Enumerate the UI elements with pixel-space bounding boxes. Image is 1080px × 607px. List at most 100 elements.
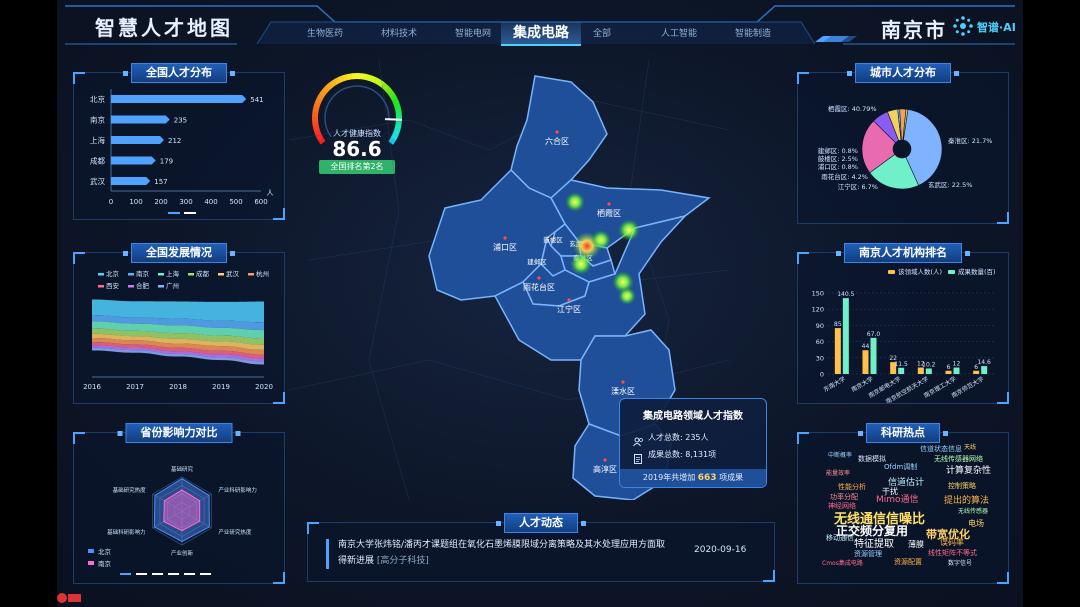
bar-value-label: 235 bbox=[174, 117, 187, 125]
hotword[interactable]: 控制策略 bbox=[948, 483, 976, 490]
legend-label: 杭州 bbox=[256, 269, 269, 278]
x-tick-label: 2018 bbox=[169, 383, 187, 391]
hotword[interactable]: 数据模拟 bbox=[858, 456, 886, 463]
national-bar-chart: 北京 541 南京 235 上海 212 成都 179 武汉 157 0 100 200 300 400 50… bbox=[90, 89, 274, 214]
legend-label: 该领域人数(人) bbox=[898, 267, 942, 276]
tab-1[interactable]: 材料技术 bbox=[369, 25, 429, 43]
legend-swatch bbox=[158, 285, 164, 288]
bar-value-label: 541 bbox=[250, 96, 263, 104]
pager-dot[interactable] bbox=[168, 573, 179, 575]
watermark-logo bbox=[57, 590, 83, 604]
hotword[interactable]: 能量效率 bbox=[826, 471, 850, 477]
legend-swatch bbox=[948, 270, 955, 274]
hotword[interactable]: 天线 bbox=[964, 445, 976, 451]
people-icon bbox=[633, 432, 643, 447]
hotword[interactable]: Cmos集成电路 bbox=[822, 561, 863, 567]
pie-label: 江宁区: 6.7% bbox=[838, 182, 878, 191]
pager-dot[interactable] bbox=[184, 212, 196, 214]
brand-logo-icon bbox=[953, 16, 973, 36]
hotword[interactable]: 电场 bbox=[968, 520, 984, 528]
legend-swatch bbox=[158, 273, 164, 276]
legend-swatch bbox=[128, 273, 134, 276]
hotword[interactable]: 无线传感器 bbox=[958, 509, 988, 515]
radar-axis-label: 基础研究 bbox=[171, 465, 194, 473]
hotword[interactable]: 无线传感器网络 bbox=[934, 456, 983, 463]
bar-value-label: 157 bbox=[154, 178, 167, 186]
pie-label: 鼓楼区: 2.5% bbox=[818, 154, 858, 163]
tab-3[interactable]: 集成电路 bbox=[501, 22, 581, 46]
national-bar bbox=[111, 115, 170, 124]
news-item[interactable]: 南京大学张炜铭/潘丙才课题组在氧化石墨烯膜限域分离策略及其水处理应用方面取得新进… bbox=[338, 537, 668, 569]
hotword[interactable]: Ofdm调制 bbox=[884, 464, 917, 471]
footer-prefix: 2019年共增加 bbox=[642, 473, 696, 482]
hotword[interactable]: 资源管理 bbox=[854, 551, 882, 558]
institution-bar bbox=[981, 366, 988, 374]
hotword[interactable]: 神经网络 bbox=[828, 503, 856, 510]
pager-dot[interactable] bbox=[120, 573, 131, 575]
pager-dot[interactable] bbox=[200, 573, 211, 575]
output-total: 成果总数: 8,131项 bbox=[648, 450, 717, 459]
bar-data-label: 6 bbox=[947, 364, 951, 371]
pager-dot[interactable] bbox=[136, 573, 147, 575]
legend-swatch bbox=[248, 273, 254, 276]
legend-label: 南京 bbox=[136, 269, 150, 278]
radar-axis-label: 基础研究热度 bbox=[113, 486, 147, 494]
app-title: 智慧人才地图 bbox=[95, 16, 233, 40]
institution-bar bbox=[898, 367, 905, 374]
institution-bar bbox=[842, 298, 849, 374]
national-bar bbox=[111, 177, 151, 185]
pager-dot[interactable] bbox=[184, 573, 195, 575]
bar-data-label: 10.2 bbox=[922, 361, 936, 368]
hotword[interactable]: 数字信号 bbox=[948, 561, 972, 567]
legend-swatch bbox=[88, 561, 94, 565]
tab-0[interactable]: 生物医药 bbox=[295, 25, 355, 43]
hotword[interactable]: 移动通信 bbox=[826, 535, 854, 542]
brand-logo bbox=[953, 16, 973, 36]
news-panel: 人才动态 南京大学张炜铭/潘丙才课题组在氧化石墨烯膜限域分离策略及其水处理应用方… bbox=[307, 513, 775, 582]
legend-swatch bbox=[98, 273, 104, 276]
hotword[interactable]: 薄膜 bbox=[908, 541, 924, 549]
map-district-marker bbox=[607, 202, 611, 206]
legend-swatch bbox=[98, 285, 104, 288]
map-district-marker bbox=[603, 458, 607, 462]
y-tick-label: 60 bbox=[816, 338, 824, 346]
legend-label: 北京 bbox=[98, 547, 112, 556]
hotword[interactable]: Mimo通信 bbox=[876, 496, 919, 505]
tab-4[interactable]: 全部 bbox=[587, 25, 617, 43]
hotword[interactable]: 特征提取 bbox=[854, 540, 894, 550]
institution-bar-chart: 该领域人数(人) 成果数量(百) 0 30 60 90 120 150 85 140.5 东南大学 4… bbox=[812, 267, 996, 403]
map-district-marker bbox=[537, 276, 541, 280]
pie-label: 浦口区: 0.8% bbox=[818, 162, 858, 171]
hotword[interactable]: 性能分析 bbox=[838, 484, 866, 491]
news-tag: [高分子科技] bbox=[376, 556, 429, 566]
pager-dot[interactable] bbox=[152, 573, 163, 575]
news-accent-bar bbox=[326, 539, 329, 569]
hotword[interactable]: 提出的算法 bbox=[944, 497, 989, 506]
radar-axis-label: 产业科研影响力 bbox=[218, 486, 257, 494]
tab-6[interactable]: 智能制造 bbox=[723, 25, 783, 43]
pie-label: 玄武区: 22.5% bbox=[928, 180, 972, 189]
hotword[interactable]: 功率分配 bbox=[830, 494, 858, 501]
talent-index-card[interactable]: 集成电路领域人才指数 人才总数: 235人 成果总数: 8,131项 2019年… bbox=[619, 398, 767, 488]
tab-5[interactable]: 人工智能 bbox=[649, 25, 709, 43]
hotword[interactable]: 误码率 bbox=[940, 539, 964, 547]
institution-bar bbox=[953, 367, 960, 374]
hotword[interactable]: 资源配置 bbox=[894, 559, 922, 566]
bar-data-label: 67.0 bbox=[867, 331, 881, 338]
pager-dot[interactable] bbox=[168, 212, 180, 214]
national-distribution-panel: 全国人才分布 北京 541 南京 235 上海 212 成都 179 武汉 157 0 100 200 3… bbox=[73, 63, 285, 220]
hotword[interactable]: 线性矩阵不等式 bbox=[928, 550, 977, 557]
x-tick-label: 600 bbox=[254, 198, 267, 206]
footer-suffix: 项成果 bbox=[719, 473, 744, 482]
pie-label: 秦淮区: 21.7% bbox=[948, 136, 992, 145]
national-bar bbox=[111, 136, 164, 144]
hotword[interactable]: 信道状态信息 bbox=[920, 446, 962, 453]
radar-axis-label: 产业创新 bbox=[171, 549, 194, 557]
hotword[interactable]: 中断概率 bbox=[828, 453, 852, 459]
legend-swatch bbox=[188, 273, 194, 276]
hotword[interactable]: 计算复杂性 bbox=[946, 467, 991, 476]
tab-2[interactable]: 智能电网 bbox=[443, 25, 503, 43]
province-panel: 省份影响力对比 基础研究 产业科研影响力 产业研究热度 产业创新 基础科研影响力 基础研究… bbox=[73, 423, 285, 584]
province-radar-chart: 基础研究产业科研影响力产业研究热度产业创新 基础科研影响力 基础研究热度北京南京 bbox=[88, 465, 257, 575]
hotword[interactable]: 干扰 bbox=[882, 488, 898, 496]
